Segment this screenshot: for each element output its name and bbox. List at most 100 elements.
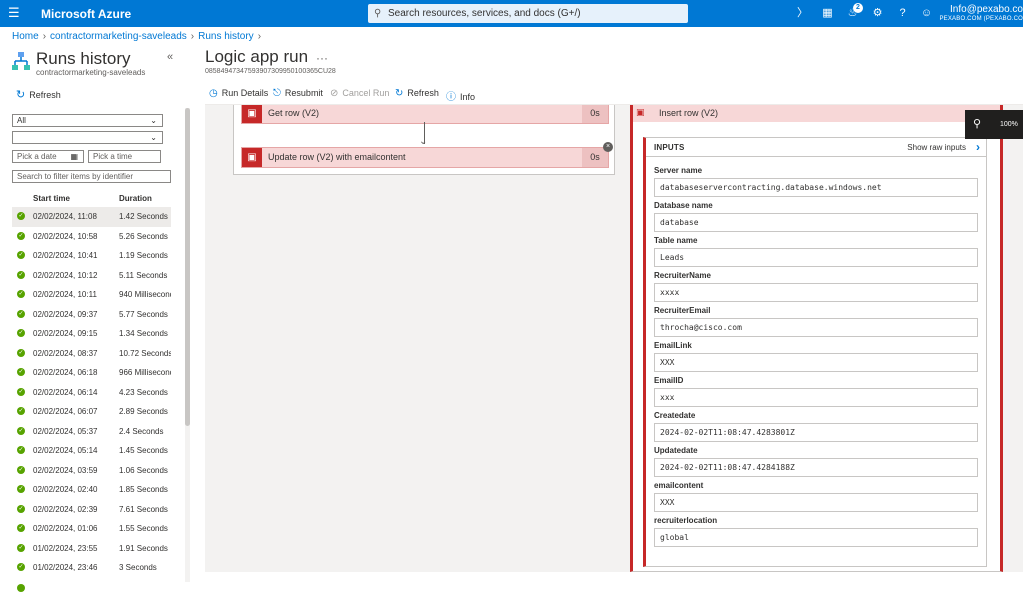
- feedback-icon[interactable]: ☺: [919, 6, 934, 21]
- input-field-value[interactable]: database: [654, 213, 978, 232]
- run-start-time: 02/02/2024, 05:37: [33, 426, 98, 436]
- input-field-value[interactable]: databaseservercontracting.database.windo…: [654, 178, 978, 197]
- runs-history-title: Runs history: [36, 49, 131, 68]
- run-row[interactable]: ✓ 02/02/2024, 02:39 7.61 Seconds: [12, 500, 171, 520]
- input-field-label: RecruiterName: [654, 271, 711, 280]
- runs-refresh-label: Refresh: [29, 90, 61, 100]
- run-row[interactable]: ✓ 02/02/2024, 10:12 5.11 Seconds: [12, 266, 171, 286]
- success-icon: ✓: [17, 270, 25, 279]
- input-field-value[interactable]: Leads: [654, 248, 978, 267]
- chevron-right-icon[interactable]: ›: [976, 140, 980, 154]
- identifier-search-input[interactable]: Search to filter items by identifier: [12, 170, 171, 183]
- run-row[interactable]: ✓ 02/02/2024, 03:59 1.06 Seconds: [12, 461, 171, 481]
- zoom-control[interactable]: ⚲ 100%: [965, 110, 1023, 139]
- user-email: Info@pexabo.co: [950, 4, 1023, 15]
- runs-history-subtitle: contractormarketing-saveleads: [36, 68, 146, 77]
- input-field-value[interactable]: xxx: [654, 388, 978, 407]
- run-duration: 7.61 Seconds: [119, 504, 168, 514]
- directory-filter-icon[interactable]: ▦: [820, 6, 835, 21]
- status-filter-value: All: [17, 116, 26, 125]
- runs-refresh-button[interactable]: ↻ Refresh: [16, 88, 61, 101]
- column-start-time[interactable]: Start time: [33, 194, 70, 203]
- secondary-filter-dropdown[interactable]: ⌄: [12, 131, 163, 144]
- run-row[interactable]: ✓ 02/02/2024, 10:58 5.26 Seconds: [12, 227, 171, 247]
- step-update-row[interactable]: ▣ Update row (V2) with emailcontent 0s ×: [241, 142, 613, 168]
- time-picker-placeholder: Pick a time: [93, 152, 133, 161]
- runs-scrollbar-thumb[interactable]: [185, 108, 190, 426]
- show-raw-inputs-link[interactable]: Show raw inputs: [907, 143, 966, 152]
- run-duration: 10.72 Seconds: [119, 348, 171, 358]
- run-row[interactable]: ✓ 01/02/2024, 23:46 3 Seconds: [12, 558, 171, 578]
- success-icon: ✓: [17, 524, 25, 532]
- help-icon[interactable]: ?: [895, 6, 910, 21]
- input-field: Database name database: [654, 201, 978, 232]
- cloud-shell-icon[interactable]: 〉: [795, 6, 810, 21]
- run-row[interactable]: ✓ 02/02/2024, 06:14 4.23 Seconds: [12, 383, 171, 403]
- run-start-time: 02/02/2024, 02:40: [33, 485, 98, 494]
- resubmit-icon: ⎋: [273, 88, 281, 99]
- breadcrumb-runs-history[interactable]: Runs history: [198, 31, 254, 42]
- column-duration[interactable]: Duration: [119, 194, 152, 203]
- inputs-label: INPUTS: [654, 143, 685, 152]
- run-row[interactable]: ✓ 02/02/2024, 05:37 2.4 Seconds: [12, 422, 171, 442]
- runs-table: Start time Duration ✓ 02/02/2024, 11:08 1.…: [12, 189, 171, 578]
- info-label: Info: [460, 92, 476, 102]
- global-search-input[interactable]: ⚲ Search resources, services, and docs (…: [368, 4, 688, 23]
- run-row[interactable]: ✓ 02/02/2024, 02:40 1.85 Seconds: [12, 480, 171, 500]
- step-get-row[interactable]: ▣ Get row (V2) 0s: [241, 105, 609, 124]
- run-duration: 5.26 Seconds: [119, 231, 168, 241]
- insert-row-header[interactable]: ▣ Insert row (V2): [633, 105, 1000, 122]
- run-row[interactable]: ✓ 02/02/2024, 09:15 1.34 Seconds: [12, 324, 171, 344]
- run-start-time: 02/02/2024, 06:14: [33, 387, 98, 397]
- run-row[interactable]: ✓ 02/02/2024, 01:06 1.55 Seconds: [12, 519, 171, 539]
- run-row[interactable]: ✓ 02/02/2024, 09:37 5.77 Seconds: [12, 305, 171, 325]
- run-row[interactable]: ✓ 01/02/2024, 23:55 1.91 Seconds: [12, 539, 171, 559]
- run-start-time: 02/02/2024, 10:11: [33, 290, 97, 299]
- hamburger-menu-icon[interactable]: ☰: [8, 5, 22, 21]
- run-row[interactable]: ✓ 02/02/2024, 08:37 10.72 Seconds: [12, 344, 171, 364]
- breadcrumb-home[interactable]: Home: [12, 31, 39, 42]
- run-row[interactable]: ✓ 02/02/2024, 06:07 2.89 Seconds: [12, 402, 171, 422]
- more-options-icon[interactable]: ···: [316, 51, 328, 65]
- run-row[interactable]: ✓ 02/02/2024, 06:18 966 Milliseconds: [12, 363, 171, 383]
- status-filter-dropdown[interactable]: All ⌄: [12, 114, 163, 127]
- run-row[interactable]: ✓ 02/02/2024, 10:41 1.19 Seconds: [12, 246, 171, 266]
- run-details-button[interactable]: ◷ Run Details: [209, 88, 268, 99]
- input-field-value[interactable]: xxxx: [654, 283, 978, 302]
- notification-badge: 2: [853, 3, 863, 13]
- collapse-pane-icon[interactable]: «: [167, 51, 173, 63]
- input-field: Updatedate 2024-02-02T11:08:47.4284188Z: [654, 446, 978, 477]
- input-field: emailcontent XXX: [654, 481, 978, 512]
- refresh-icon: ↻: [16, 89, 26, 101]
- user-account[interactable]: Info@pexabo.co PEXABO.COM (PEXABO.CO: [939, 4, 1023, 23]
- input-field-label: Createdate: [654, 411, 696, 420]
- input-field-value[interactable]: XXX: [654, 353, 978, 372]
- success-icon: ✓: [17, 212, 25, 220]
- zoom-icon: ⚲: [973, 118, 982, 130]
- input-field-label: recruiterlocation: [654, 516, 718, 525]
- run-start-time: 02/02/2024, 11:08: [33, 212, 97, 221]
- brand-name[interactable]: Microsoft Azure: [41, 7, 131, 21]
- time-picker[interactable]: Pick a time: [88, 150, 161, 163]
- run-row[interactable]: ✓ 02/02/2024, 05:14 1.45 Seconds: [12, 441, 171, 461]
- input-field-value[interactable]: 2024-02-02T11:08:47.4284188Z: [654, 458, 978, 477]
- sql-icon: ▣: [242, 148, 262, 167]
- info-button[interactable]: ⓘ Info: [446, 88, 475, 103]
- breadcrumb-app[interactable]: contractormarketing-saveleads: [50, 31, 187, 42]
- input-field-value[interactable]: 2024-02-02T11:08:47.4283801Z: [654, 423, 978, 442]
- run-row[interactable]: ✓ 02/02/2024, 11:08 1.42 Seconds: [12, 207, 171, 227]
- cancel-run-button[interactable]: ⊘ Cancel Run: [330, 88, 389, 99]
- run-title-bar: Logic app run ···: [205, 47, 328, 67]
- settings-gear-icon[interactable]: ⚙: [870, 6, 885, 21]
- designer-canvas[interactable]: ▣ Get row (V2) 0s ⌄ ▣ Update row (V2) wi…: [205, 105, 1023, 572]
- input-field-value[interactable]: global: [654, 528, 978, 547]
- input-field-value[interactable]: XXX: [654, 493, 978, 512]
- resubmit-button[interactable]: ⎋ Resubmit: [273, 88, 323, 99]
- input-field: recruiterlocation global: [654, 516, 978, 547]
- input-field-value[interactable]: throcha@cisco.com: [654, 318, 978, 337]
- date-picker[interactable]: Pick a date ▦: [12, 150, 84, 163]
- run-row[interactable]: ✓ 02/02/2024, 10:11 940 Milliseconds: [12, 285, 171, 305]
- run-duration: 1.55 Seconds: [119, 524, 168, 533]
- run-refresh-button[interactable]: ↻ Refresh: [395, 88, 439, 99]
- input-field-label: EmailLink: [654, 341, 692, 350]
